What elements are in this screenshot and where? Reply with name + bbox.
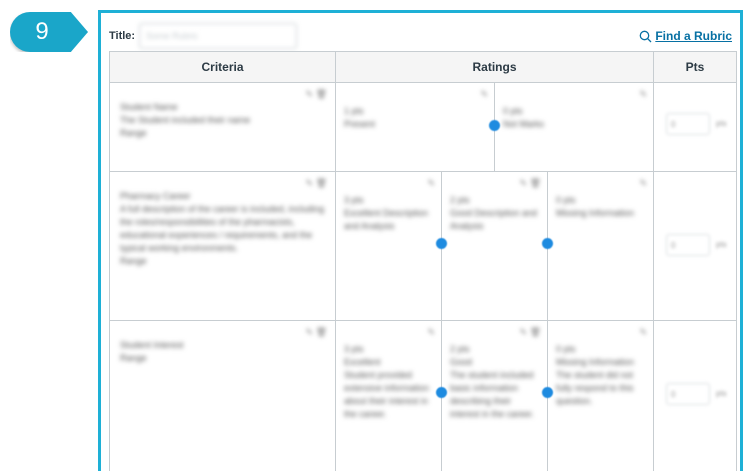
rating-item[interactable]: ✎ 1 pts Present: [336, 83, 494, 171]
ratings-cell: ✎ 3 pts Excellent Student provided exten…: [335, 320, 654, 471]
rating-title: Missing Information: [556, 208, 635, 218]
rating-item[interactable]: ✎ 0 pts Missing Information: [542, 172, 653, 320]
ratings-row: ✎ 1 pts Present ✎ 0 pts Not Marks: [336, 83, 653, 171]
rubric-table: Criteria Ratings Pts ✎ 🗑 Student Name Th…: [109, 51, 737, 471]
rating-edit-icon[interactable]: ✎ 🗑: [520, 327, 541, 338]
criterion-range[interactable]: Range: [120, 255, 325, 268]
pts-unit: pts: [716, 240, 727, 249]
criterion-cell[interactable]: ✎ 🗑 Student Interest Range: [109, 320, 336, 471]
rating-item[interactable]: ✎ 🗑 2 pts Good Description and Analysis: [436, 172, 547, 320]
criterion-name: Student Name: [120, 102, 178, 112]
insert-rating-dot[interactable]: [542, 387, 553, 398]
rating-pts: 3 pts: [344, 344, 364, 354]
edit-delete-icons[interactable]: ✎ 🗑: [306, 327, 327, 338]
ratings-row: ✎ 3 pts Excellent Student provided exten…: [336, 321, 653, 471]
ratings-cell: ✎ 3 pts Excellent Description and Analys…: [335, 171, 654, 321]
rating-edit-icon[interactable]: ✎: [639, 178, 647, 189]
rating-pts: 0 pts: [556, 195, 576, 205]
rating-pts: 0 pts: [503, 106, 523, 116]
rating-edit-icon[interactable]: ✎: [639, 89, 647, 100]
pts-cell: 0 pts: [653, 320, 737, 471]
criterion-name: Student Interest: [120, 340, 184, 350]
rating-item[interactable]: ✎ 3 pts Excellent Student provided exten…: [336, 321, 441, 471]
rating-pts: 0 pts: [556, 344, 576, 354]
find-rubric-label: Find a Rubric: [655, 29, 732, 43]
pts-cell: 0 pts: [653, 171, 737, 321]
title-input-value: Some Rubric: [146, 31, 199, 41]
find-rubric-link[interactable]: Find a Rubric: [639, 29, 732, 43]
rating-pts: 1 pts: [344, 106, 364, 116]
criterion-cell[interactable]: ✎ 🗑 Pharmacy Career A full description o…: [109, 171, 336, 321]
criterion-desc: The Student included their name: [120, 115, 251, 125]
edit-delete-icons[interactable]: ✎ 🗑: [306, 178, 327, 189]
criterion-desc: A full description of the career is incl…: [120, 204, 325, 253]
rubric-header: Title: Some Rubric Find a Rubric: [109, 19, 732, 53]
rating-title: Good Description and Analysis: [450, 208, 538, 231]
title-input[interactable]: Some Rubric: [139, 23, 298, 49]
rating-desc: The student included basic information d…: [450, 370, 535, 419]
step-number: 9: [35, 18, 49, 45]
search-icon: [639, 30, 652, 42]
rating-title: Excellent Description and Analysis: [344, 208, 429, 231]
rating-edit-icon[interactable]: ✎: [427, 178, 435, 189]
rating-pts: 3 pts: [344, 195, 364, 205]
ratings-cell: ✎ 1 pts Present ✎ 0 pts Not Marks: [335, 82, 654, 172]
criterion-range[interactable]: Range: [120, 127, 325, 140]
rating-edit-icon[interactable]: ✎: [480, 89, 488, 100]
table-header-row: Criteria Ratings Pts: [109, 51, 737, 83]
criterion-cell[interactable]: ✎ 🗑 Student Name The Student included th…: [109, 82, 336, 172]
pts-input[interactable]: 0: [666, 113, 710, 135]
table-row: ✎ 🗑 Student Interest Range ✎ 3 pts Excel…: [109, 320, 737, 471]
rating-edit-icon[interactable]: ✎: [639, 327, 647, 338]
edit-delete-icons[interactable]: ✎ 🗑: [306, 89, 327, 100]
criterion-name: Pharmacy Career: [120, 191, 191, 201]
rating-pts: 2 pts: [450, 195, 470, 205]
insert-rating-dot[interactable]: [489, 120, 500, 131]
criterion-range[interactable]: Range: [120, 352, 325, 365]
insert-rating-dot[interactable]: [436, 238, 447, 249]
ratings-row: ✎ 3 pts Excellent Description and Analys…: [336, 172, 653, 320]
rating-desc: Student provided extensive information a…: [344, 370, 430, 419]
ratings-header: Ratings: [335, 51, 654, 83]
rating-item[interactable]: ✎ 0 pts Missing Information The student …: [542, 321, 653, 471]
rating-title: Missing Information: [556, 357, 635, 367]
rating-item[interactable]: ✎ 3 pts Excellent Description and Analys…: [336, 172, 441, 320]
rating-edit-icon[interactable]: ✎: [427, 327, 435, 338]
step-badge: 9: [10, 12, 88, 52]
rating-title: Good: [450, 357, 473, 367]
rating-title: Excellent: [344, 357, 381, 367]
pts-input[interactable]: 0: [666, 234, 710, 256]
table-row: ✎ 🗑 Pharmacy Career A full description o…: [109, 171, 737, 321]
pts-unit: pts: [716, 119, 727, 128]
rating-title: Present: [344, 119, 376, 129]
pts-cell: 0 pts: [653, 82, 737, 172]
rating-title: Not Marks: [503, 119, 545, 129]
table-row: ✎ 🗑 Student Name The Student included th…: [109, 82, 737, 172]
pts-header: Pts: [653, 51, 737, 83]
rating-item[interactable]: ✎ 🗑 2 pts Good The student included basi…: [436, 321, 547, 471]
rating-pts: 2 pts: [450, 344, 470, 354]
rubric-table-wrap: Criteria Ratings Pts ✎ 🗑 Student Name Th…: [109, 51, 737, 471]
rating-item[interactable]: ✎ 0 pts Not Marks: [489, 83, 653, 171]
insert-rating-dot[interactable]: [542, 238, 553, 249]
rubric-panel: Title: Some Rubric Find a Rubric Criteri…: [98, 10, 743, 471]
pts-input[interactable]: 0: [666, 383, 710, 405]
criteria-header: Criteria: [109, 51, 336, 83]
rating-desc: The student did not fully respond to thi…: [556, 370, 634, 406]
rating-edit-icon[interactable]: ✎ 🗑: [520, 178, 541, 189]
pts-unit: pts: [716, 389, 727, 398]
title-label: Title:: [109, 30, 136, 42]
insert-rating-dot[interactable]: [436, 387, 447, 398]
